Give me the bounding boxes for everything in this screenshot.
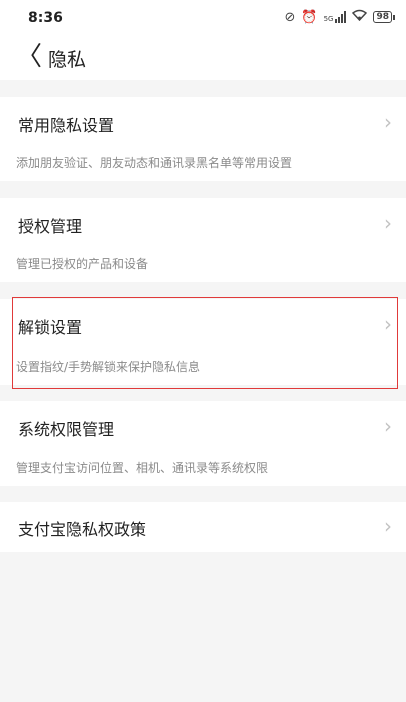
authorization-management-desc: 管理已授权的产品和设备: [0, 244, 406, 282]
status-bar: 8:36 ⊘ ⏰ 5G 98: [0, 0, 406, 36]
privacy-settings-desc: 添加朋友验证、朋友动态和通讯录黑名单等常用设置: [0, 143, 406, 181]
system-permissions-desc: 管理支付宝访问位置、相机、通讯录等系统权限: [0, 448, 406, 486]
signal-icon: 5G: [324, 11, 347, 23]
back-chevron-icon[interactable]: 〈: [16, 42, 42, 72]
chevron-right-icon: ›: [384, 110, 392, 134]
alarm-icon: ⏰: [301, 9, 318, 25]
chevron-right-icon: ›: [384, 514, 392, 538]
status-time: 8:36: [28, 10, 63, 26]
chevron-right-icon: ›: [384, 312, 392, 336]
item-title: 解锁设置: [18, 318, 83, 337]
notifications-off-icon: ⊘: [284, 9, 296, 25]
item-desc: 设置指纹/手势解锁来保护隐私信息: [16, 360, 201, 374]
system-permissions-row[interactable]: 系统权限管理 ›: [0, 401, 406, 455]
item-title: 支付宝隐私权政策: [18, 520, 147, 539]
chevron-right-icon: ›: [384, 414, 392, 438]
unlock-settings-row[interactable]: 解锁设置 ›: [0, 299, 406, 353]
item-desc: 管理已授权的产品和设备: [16, 257, 149, 271]
status-icons: ⊘ ⏰ 5G 98: [284, 9, 395, 25]
privacy-policy-row[interactable]: 支付宝隐私权政策 ›: [0, 502, 406, 552]
item-title: 授权管理: [18, 217, 83, 236]
battery-icon: 98: [373, 11, 395, 23]
chevron-right-icon: ›: [384, 211, 392, 235]
page-header: 〈 隐私: [0, 36, 406, 80]
page-title: 隐私: [48, 49, 87, 71]
unlock-settings-desc: 设置指纹/手势解锁来保护隐私信息: [0, 347, 406, 385]
item-title: 常用隐私设置: [18, 116, 115, 135]
item-desc: 管理支付宝访问位置、相机、通讯录等系统权限: [16, 461, 269, 475]
wifi-icon: [352, 9, 368, 25]
signal-label: 5G: [323, 15, 334, 23]
item-title: 系统权限管理: [18, 420, 115, 439]
item-desc: 添加朋友验证、朋友动态和通讯录黑名单等常用设置: [16, 156, 293, 170]
